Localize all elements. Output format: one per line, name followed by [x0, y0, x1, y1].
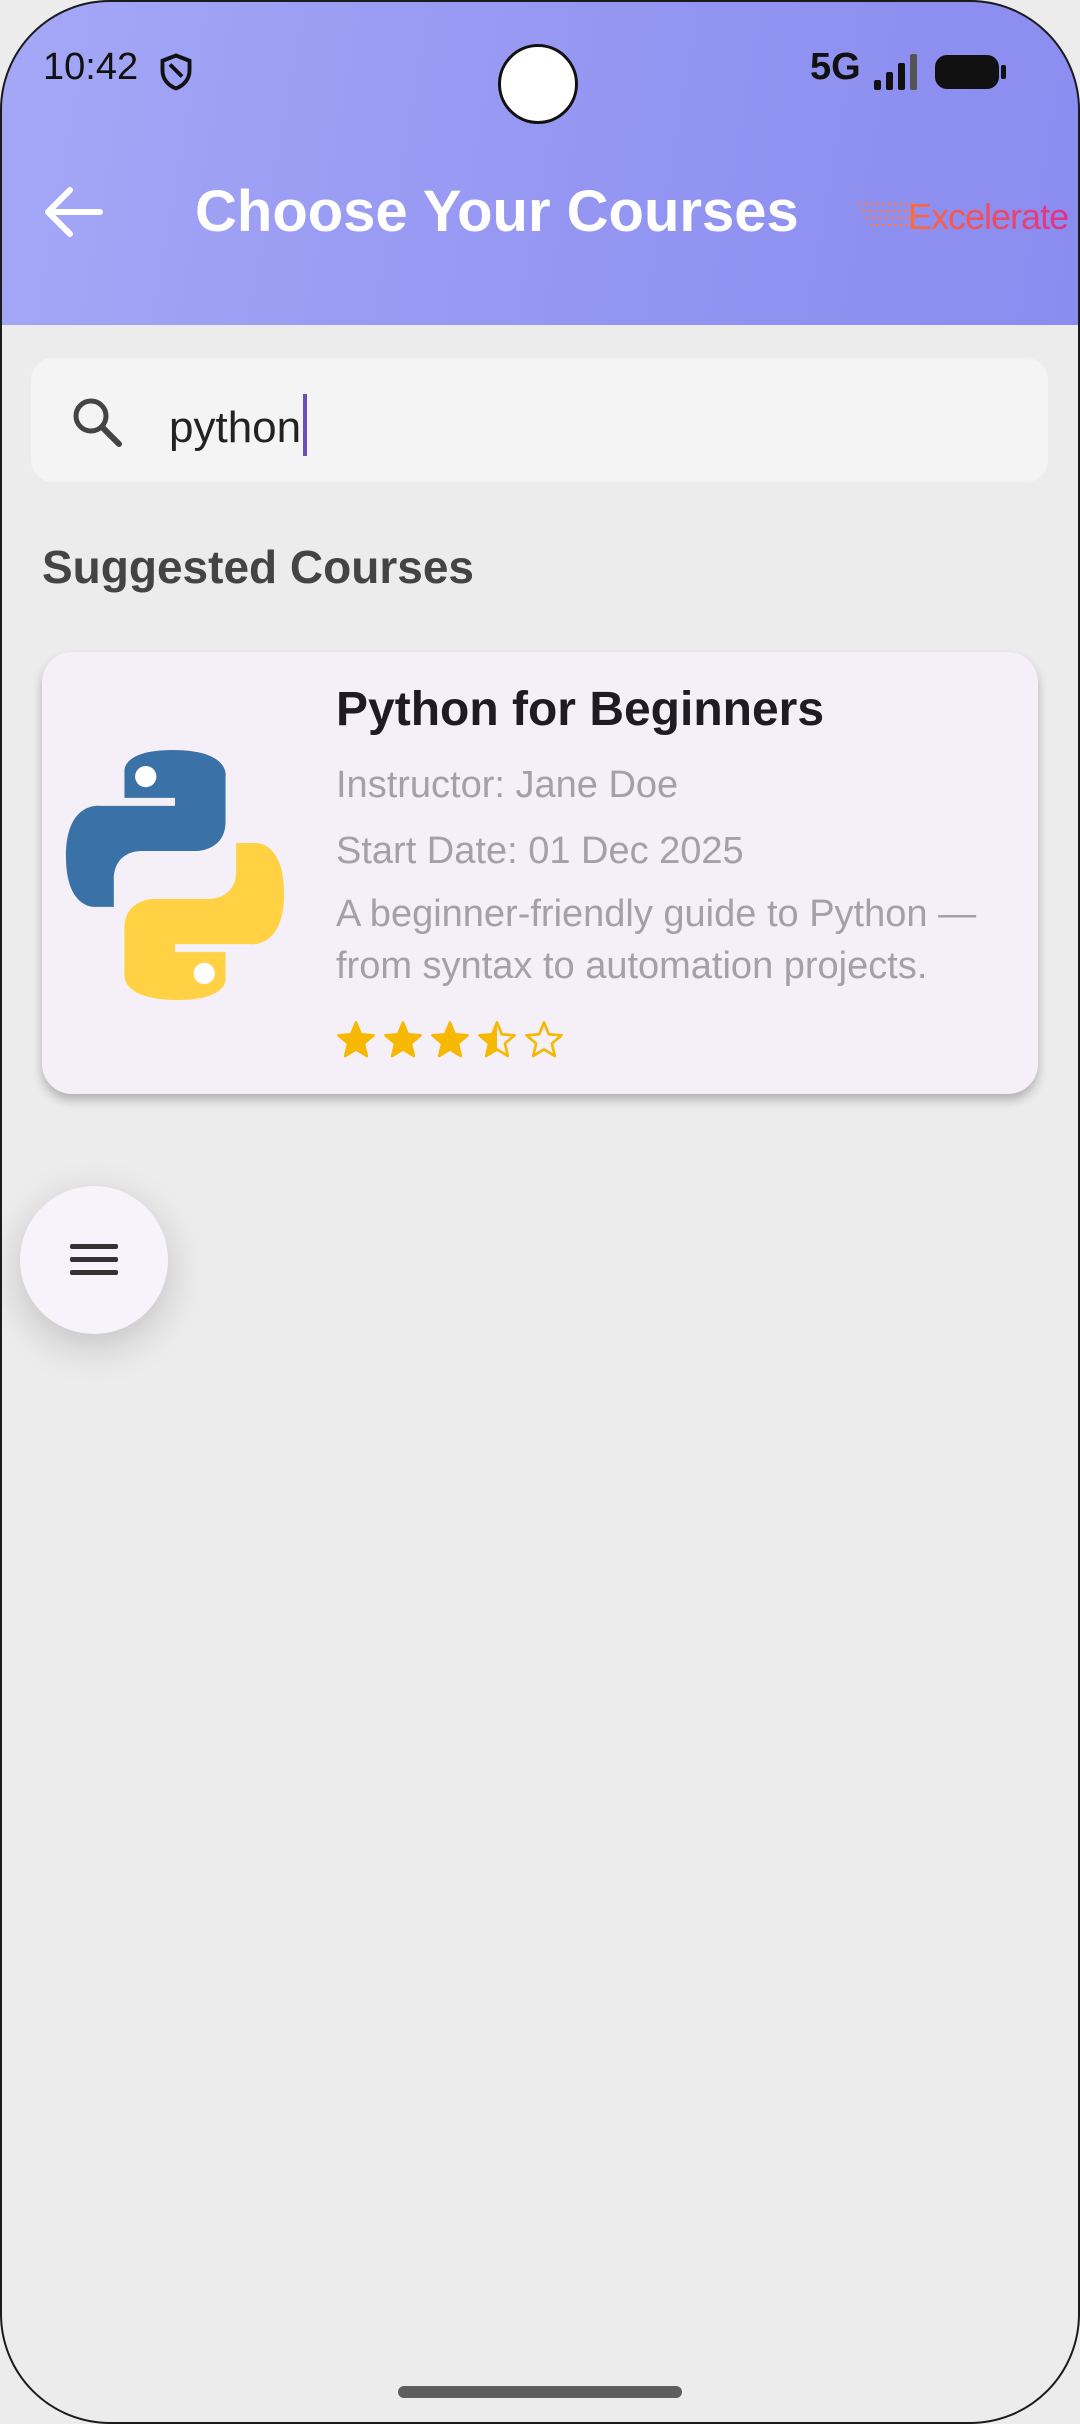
star-half-icon	[478, 1021, 516, 1058]
home-indicator[interactable]	[398, 2386, 682, 2398]
star-empty-icon	[525, 1021, 563, 1058]
course-title: Python for Beginners	[336, 683, 825, 736]
text-caret	[303, 394, 308, 456]
course-instructor: Instructor: Jane Doe	[336, 764, 679, 806]
python-logo-icon	[65, 749, 285, 1001]
battery-icon	[935, 55, 1006, 89]
shield-icon	[160, 53, 192, 91]
section-title: Suggested Courses	[42, 541, 474, 593]
app-screen: 10:42 5G Choose Your Courses Excelerate …	[0, 0, 1080, 2424]
back-arrow-icon[interactable]	[44, 186, 104, 238]
logo-speed-lines	[858, 203, 914, 226]
brand-logo: Excelerate	[858, 196, 1069, 237]
search-value[interactable]: python	[169, 394, 308, 456]
app-header: 10:42 5G Choose Your Courses Excelerate	[0, 0, 1080, 325]
status-time: 10:42	[43, 46, 139, 88]
front-camera	[498, 44, 578, 124]
course-start-date: Start Date: 01 Dec 2025	[336, 830, 744, 872]
network-type: 5G	[810, 46, 861, 88]
menu-icon	[70, 1244, 118, 1275]
page-title: Choose Your Courses	[195, 179, 799, 244]
course-description: A beginner-friendly guide to Python — fr…	[336, 893, 977, 987]
star-filled-icon	[431, 1021, 469, 1058]
course-rating	[336, 1020, 564, 1070]
star-filled-icon	[337, 1021, 375, 1058]
star-filled-icon	[384, 1021, 422, 1058]
menu-fab-button[interactable]	[20, 1186, 168, 1334]
signal-icon	[874, 54, 917, 90]
search-input[interactable]: python	[31, 358, 1048, 482]
course-card[interactable]: Python for Beginners Instructor: Jane Do…	[42, 652, 1038, 1094]
search-text: python	[169, 403, 302, 452]
logo-wordmark: Excelerate	[908, 196, 1069, 237]
search-icon	[73, 398, 122, 447]
